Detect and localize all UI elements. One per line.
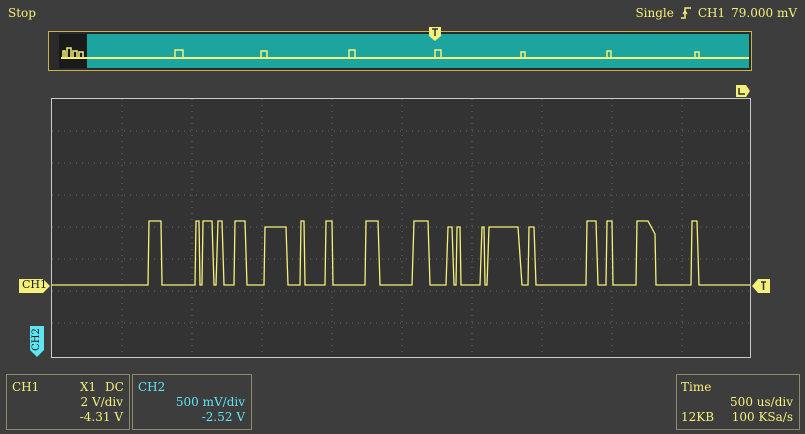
ch1-coupling: DC [105, 380, 124, 394]
ch1-offset: -4.31 V [79, 410, 123, 424]
ch1-scale: 2 V/div [80, 395, 123, 409]
ch1-panel-name: CH1 [12, 380, 40, 394]
memory-depth: 12KB [681, 410, 715, 424]
ch2-panel-name: CH2 [138, 380, 166, 394]
timebase: 500 us/div [730, 395, 793, 409]
memory-overview[interactable] [48, 31, 752, 71]
ch1-info-panel[interactable]: CH1 X1 DC 2 V/div -4.31 V [6, 374, 130, 430]
ch2-scale: 500 mV/div [175, 395, 245, 409]
ch1-level-marker[interactable]: CH1 [19, 278, 51, 293]
sample-rate: 100 KSa/s [731, 410, 793, 424]
waveform-grid [52, 99, 750, 357]
waveform-display[interactable] [51, 98, 751, 358]
horizontal-offset-icon[interactable] [735, 84, 751, 98]
ch1-probe: X1 [80, 380, 97, 394]
ch2-marker-label: CH2 [30, 328, 42, 351]
trigger-position-icon[interactable] [428, 26, 442, 42]
time-panel-title: Time [681, 380, 712, 394]
ch2-offset: -2.52 V [201, 410, 245, 424]
acquisition-mode: Single [635, 6, 674, 20]
ch1-waveform [52, 220, 750, 286]
rising-edge-icon [680, 7, 691, 19]
trigger-level: 79.000 mV [731, 6, 797, 20]
trigger-level-icon[interactable] [752, 279, 770, 293]
trigger-source: CH1 [697, 6, 726, 20]
ch2-info-panel[interactable]: CH2 500 mV/div -2.52 V [132, 374, 252, 430]
ch2-level-marker[interactable]: CH2 [30, 326, 44, 358]
run-state-label: Stop [8, 6, 36, 20]
time-info-panel[interactable]: Time 500 us/div 12KB 100 KSa/s [676, 374, 800, 430]
ch1-marker-label: CH1 [22, 278, 48, 291]
trigger-status: Single CH1 79.000 mV [635, 6, 797, 20]
